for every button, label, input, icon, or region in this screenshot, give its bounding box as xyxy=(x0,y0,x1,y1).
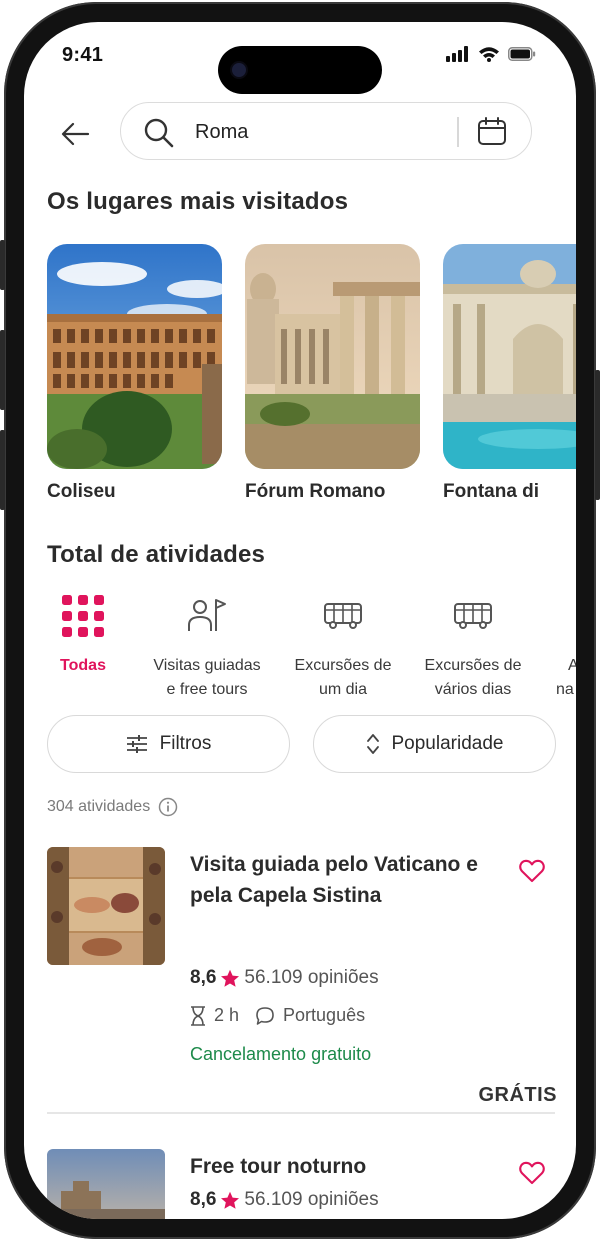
forum-photo xyxy=(245,244,420,469)
activity-meta: 2 h Português xyxy=(190,1005,365,1026)
arrow-left-icon xyxy=(61,122,90,146)
info-icon[interactable] xyxy=(158,797,178,817)
activity-rating: 8,6 56.109 opiniões xyxy=(190,1189,379,1211)
place-card-fontana[interactable]: Fontana di xyxy=(443,244,576,503)
tab-visitas-guiadas[interactable]: Visitas guiadas e free tours xyxy=(137,590,277,702)
tab-partial[interactable]: Ana xyxy=(556,590,576,702)
tab-todas[interactable]: Todas xyxy=(24,590,153,678)
tab-label: Ana xyxy=(556,657,576,698)
activity-price: GRÁTIS xyxy=(478,1084,557,1106)
fontana-photo xyxy=(443,244,576,469)
status-time: 9:41 xyxy=(62,44,104,66)
results-count-label: 304 atividades xyxy=(47,798,151,815)
heart-icon[interactable] xyxy=(519,859,545,883)
grid-icon xyxy=(62,595,104,637)
star-icon xyxy=(221,969,240,987)
tab-label: Todas xyxy=(60,657,106,674)
signal-icon xyxy=(446,46,468,62)
place-name: Coliseu xyxy=(47,481,116,502)
filters-button[interactable]: Filtros xyxy=(47,715,290,773)
reviews-count: 56.109 opiniões xyxy=(244,967,379,988)
sort-button[interactable]: Popularidade xyxy=(313,715,556,773)
activities-title: Total de atividades xyxy=(47,541,266,568)
camera-icon xyxy=(232,63,246,77)
sistine-chapel-photo xyxy=(47,847,165,965)
results-count: 304 atividades xyxy=(47,797,178,817)
power-button xyxy=(595,370,600,500)
reviews-count: 56.109 opiniões xyxy=(244,1189,379,1210)
place-card-coliseu[interactable]: Coliseu xyxy=(47,244,222,503)
tab-excursoes-um-dia[interactable]: Excursões de um dia xyxy=(273,590,413,702)
calendar-icon[interactable] xyxy=(477,116,507,146)
star-icon xyxy=(221,1191,240,1209)
activity-title[interactable]: Free tour noturno xyxy=(190,1151,490,1182)
place-name: Fontana di xyxy=(443,481,540,502)
volume-up-button xyxy=(0,330,5,410)
battery-icon xyxy=(508,47,536,61)
place-name: Fórum Romano xyxy=(245,481,386,502)
activity-card[interactable]: Free tour noturno 8,6 56.109 opiniões xyxy=(47,1149,557,1219)
tab-label: Excursões de vários dias xyxy=(424,657,522,698)
free-cancellation: Cancelamento gratuito xyxy=(190,1044,372,1064)
sliders-icon xyxy=(126,735,147,753)
activity-card[interactable]: Visita guiada pelo Vaticano e pela Capel… xyxy=(47,847,557,1106)
activity-rating: 8,6 56.109 opiniões xyxy=(190,967,379,989)
search-input[interactable]: Roma xyxy=(195,121,248,144)
hourglass-icon xyxy=(191,1005,205,1026)
rating-value: 8,6 xyxy=(190,1189,217,1210)
chat-bubble-icon xyxy=(256,1006,274,1025)
sort-chevrons-icon xyxy=(366,734,379,754)
status-icons xyxy=(446,46,536,62)
back-button[interactable] xyxy=(60,120,92,148)
tab-excursoes-varios-dias[interactable]: Excursões de vários dias xyxy=(403,590,543,702)
search-icon xyxy=(144,118,174,148)
activity-title[interactable]: Visita guiada pelo Vaticano e pela Capel… xyxy=(190,849,490,911)
language: Português xyxy=(283,1005,366,1025)
divider xyxy=(47,1112,555,1114)
search-divider xyxy=(457,117,459,147)
bus-icon xyxy=(324,603,362,629)
places-carousel[interactable]: Coliseu Fórum Romano Fontana di xyxy=(47,244,576,514)
screen: 9:41 Roma Os lugares mais visitados Coli… xyxy=(24,22,576,1219)
category-tabs[interactable]: Todas Visitas guiadas e free tours Excurs… xyxy=(24,590,576,710)
bus-icon xyxy=(454,603,492,629)
search-bar[interactable]: Roma xyxy=(120,102,532,160)
tab-label: Visitas guiadas e free tours xyxy=(153,657,261,698)
popular-title: Os lugares mais visitados xyxy=(47,188,349,215)
duration: 2 h xyxy=(214,1005,240,1025)
action-button xyxy=(0,240,5,290)
sort-label: Popularidade xyxy=(391,733,504,754)
guide-flag-icon xyxy=(188,599,226,631)
coliseu-photo xyxy=(47,244,222,469)
castel-santangelo-photo xyxy=(47,1149,165,1219)
tab-label: Excursões de um dia xyxy=(294,657,392,698)
dynamic-island xyxy=(218,46,382,94)
volume-down-button xyxy=(0,430,5,510)
heart-icon[interactable] xyxy=(519,1161,545,1185)
filters-label: Filtros xyxy=(159,733,212,754)
rating-value: 8,6 xyxy=(190,967,217,988)
wifi-icon xyxy=(479,47,499,62)
place-card-forum[interactable]: Fórum Romano xyxy=(245,244,420,503)
